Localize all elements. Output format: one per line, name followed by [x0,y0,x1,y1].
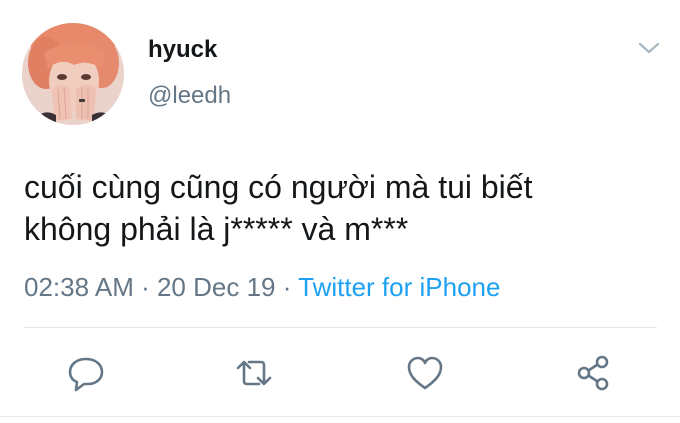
tweet-metadata: 02:38 AM · 20 Dec 19 · Twitter for iPhon… [24,271,500,303]
retweet-icon [236,360,272,386]
tweet-text: cuối cùng cũng có người mà tui biết khôn… [24,166,664,250]
bottom-divider [0,416,680,417]
meta-separator: · [133,272,157,302]
share-icon [577,355,609,391]
reply-button[interactable] [66,353,106,393]
reply-icon [68,357,104,392]
user-handle[interactable]: @leedh [148,82,231,110]
retweet-button[interactable] [234,353,274,393]
tweet-text-line: cuối cùng cũng có người mà tui biết [24,169,533,205]
display-name[interactable]: hyuck [148,36,217,64]
share-button[interactable] [574,353,614,393]
chevron-down-icon[interactable] [636,38,662,58]
tweet-date[interactable]: 20 Dec 19 [157,272,276,302]
meta-separator: · [275,272,299,302]
tweet-time[interactable]: 02:38 AM [24,272,134,302]
profile-avatar-image [22,23,124,125]
avatar[interactable] [22,23,124,125]
divider [24,327,657,328]
like-button[interactable] [405,353,445,393]
like-icon [407,356,443,390]
tweet-text-line: không phải là j***** và m*** [24,211,409,247]
tweet-card: hyuck @leedh cuối cùng cũng có người mà … [0,0,680,423]
tweet-source-link[interactable]: Twitter for iPhone [298,272,500,302]
